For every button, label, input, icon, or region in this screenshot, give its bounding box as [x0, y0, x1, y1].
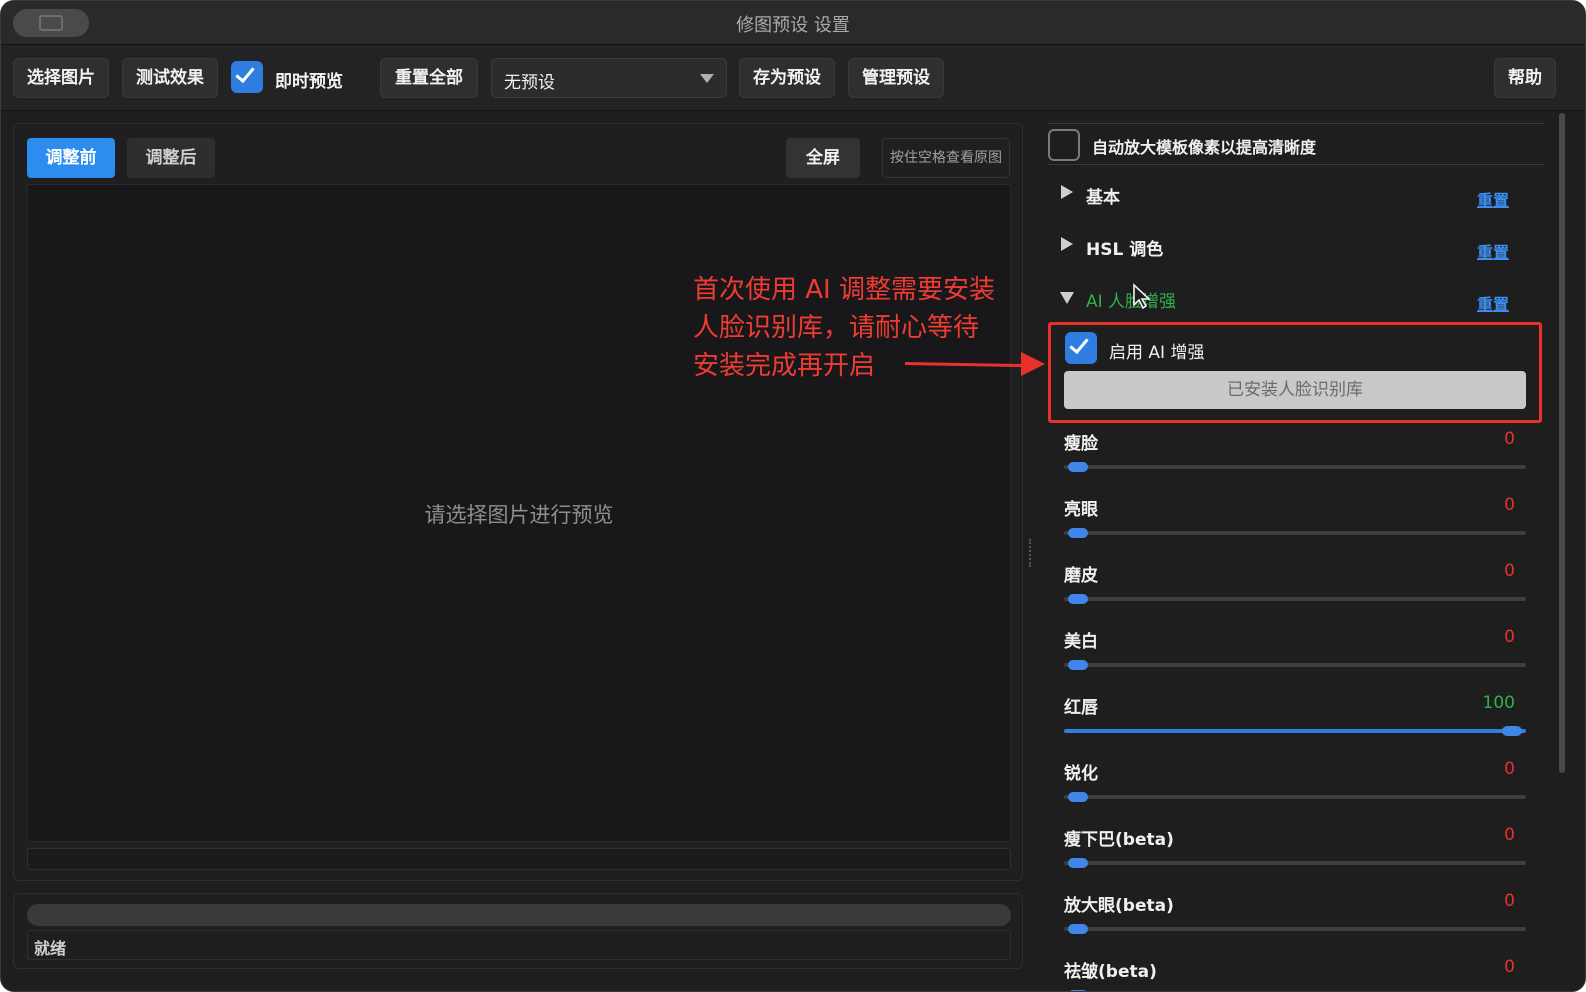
- slider-handle[interactable]: [1068, 462, 1088, 472]
- section-hsl-label[interactable]: HSL 调色: [1086, 235, 1163, 260]
- slider-value: 0: [1504, 429, 1515, 449]
- slider-handle[interactable]: [1068, 924, 1088, 934]
- expand-hsl-icon[interactable]: [1061, 237, 1073, 251]
- annotation-line: 首次使用 AI 调整需要安装: [693, 275, 995, 305]
- installed-library-button[interactable]: 已安装人脸识别库: [1064, 371, 1526, 409]
- annotation-line: 人脸识别库，请耐心等待: [693, 313, 980, 343]
- checkmark-icon: [235, 62, 255, 84]
- panel-splitter[interactable]: [1029, 539, 1033, 567]
- slider-label: 红唇: [1064, 698, 1098, 718]
- progress-bar: [27, 904, 1011, 926]
- checkmark-icon: [1069, 333, 1089, 355]
- preset-select-value: 无预设: [504, 73, 555, 93]
- slider-label: 锐化: [1064, 764, 1098, 784]
- ai-enable-label: 启用 AI 增强: [1109, 343, 1205, 363]
- app-window: 修图预设 设置 选择图片 测试效果 即时预览 重置全部 无预设 存为预设 管理预…: [0, 0, 1586, 992]
- expand-basic-icon[interactable]: [1061, 185, 1073, 199]
- slider-track[interactable]: [1064, 594, 1526, 604]
- save-preset-button[interactable]: 存为预设: [739, 58, 835, 98]
- slider-value: 100: [1482, 693, 1515, 713]
- slider-track[interactable]: [1064, 924, 1526, 934]
- slider-track[interactable]: [1064, 528, 1526, 538]
- slider-label: 放大眼(beta): [1064, 896, 1174, 916]
- divider: [1047, 123, 1545, 124]
- reset-ai-link[interactable]: 重置: [1477, 291, 1509, 315]
- preview-panel: 调整前 调整后 全屏 按住空格查看原图 请选择图片进行预览: [13, 123, 1023, 881]
- title-bar: 修图预设 设置: [1, 1, 1585, 45]
- window-title: 修图预设 设置: [736, 15, 850, 36]
- slider-fill: [1064, 729, 1526, 733]
- live-preview-checkbox[interactable]: [231, 61, 263, 93]
- ai-enable-checkbox[interactable]: [1065, 332, 1097, 364]
- status-box: 就绪: [27, 930, 1011, 960]
- upscale-label: 自动放大模板像素以提高清晰度: [1092, 138, 1317, 157]
- slider-handle[interactable]: [1068, 660, 1088, 670]
- slider-handle[interactable]: [1502, 726, 1522, 736]
- divider: [1047, 164, 1545, 165]
- mouse-cursor-icon: [1133, 283, 1152, 309]
- reset-basic-link[interactable]: 重置: [1477, 187, 1509, 211]
- annotation-text: 首次使用 AI 调整需要安装 人脸识别库，请耐心等待 安装完成再开启: [693, 271, 1023, 385]
- manage-preset-button[interactable]: 管理预设: [848, 58, 944, 98]
- slider-track[interactable]: [1064, 726, 1526, 736]
- fullscreen-button[interactable]: 全屏: [786, 138, 860, 178]
- slider-value: 0: [1504, 891, 1515, 911]
- slider-label: 美白: [1064, 632, 1098, 652]
- reset-all-button[interactable]: 重置全部: [380, 58, 478, 98]
- slider-handle[interactable]: [1068, 858, 1088, 868]
- section-basic-label[interactable]: 基本: [1086, 183, 1120, 208]
- slider-label: 亮眼: [1064, 500, 1098, 520]
- tab-before[interactable]: 调整前: [27, 138, 115, 178]
- test-effect-button[interactable]: 测试效果: [122, 58, 218, 98]
- slider-label: 瘦脸: [1064, 434, 1098, 454]
- space-hint: 按住空格查看原图: [882, 138, 1010, 178]
- slider-value: 0: [1504, 759, 1515, 779]
- slider-track[interactable]: [1064, 462, 1526, 472]
- slider-value: 0: [1504, 495, 1515, 515]
- select-image-button[interactable]: 选择图片: [13, 58, 109, 98]
- slider-value: 0: [1504, 627, 1515, 647]
- preset-select[interactable]: 无预设: [491, 58, 727, 98]
- slider-track[interactable]: [1064, 792, 1526, 802]
- tab-after[interactable]: 调整后: [127, 138, 215, 178]
- toolbar: 选择图片 测试效果 即时预览 重置全部 无预设 存为预设 管理预设 帮助: [1, 45, 1585, 111]
- help-button[interactable]: 帮助: [1494, 58, 1556, 98]
- slider-track[interactable]: [1064, 858, 1526, 868]
- reset-hsl-link[interactable]: 重置: [1477, 239, 1509, 263]
- chevron-down-icon: [700, 74, 714, 83]
- slider-label: 磨皮: [1064, 566, 1098, 586]
- slider-handle[interactable]: [1068, 792, 1088, 802]
- slider-track[interactable]: [1064, 660, 1526, 670]
- status-panel: 就绪: [13, 893, 1023, 969]
- slider-handle[interactable]: [1068, 594, 1088, 604]
- slider-value: 0: [1504, 825, 1515, 845]
- settings-scrollbar[interactable]: [1559, 113, 1565, 773]
- horizontal-scrollbar[interactable]: [27, 848, 1011, 870]
- slider-value: 0: [1504, 561, 1515, 581]
- collapse-ai-icon[interactable]: [1060, 292, 1074, 304]
- slider-label: 祛皱(beta): [1064, 962, 1157, 982]
- slider-label: 瘦下巴(beta): [1064, 830, 1174, 850]
- slider-handle[interactable]: [1068, 528, 1088, 538]
- status-text: 就绪: [34, 939, 67, 958]
- arrow-head-icon: [1021, 352, 1045, 376]
- upscale-checkbox[interactable]: [1048, 129, 1080, 161]
- preview-placeholder: 请选择图片进行预览: [424, 503, 614, 527]
- live-preview-label: 即时预览: [275, 72, 343, 92]
- slider-value: 0: [1504, 957, 1515, 977]
